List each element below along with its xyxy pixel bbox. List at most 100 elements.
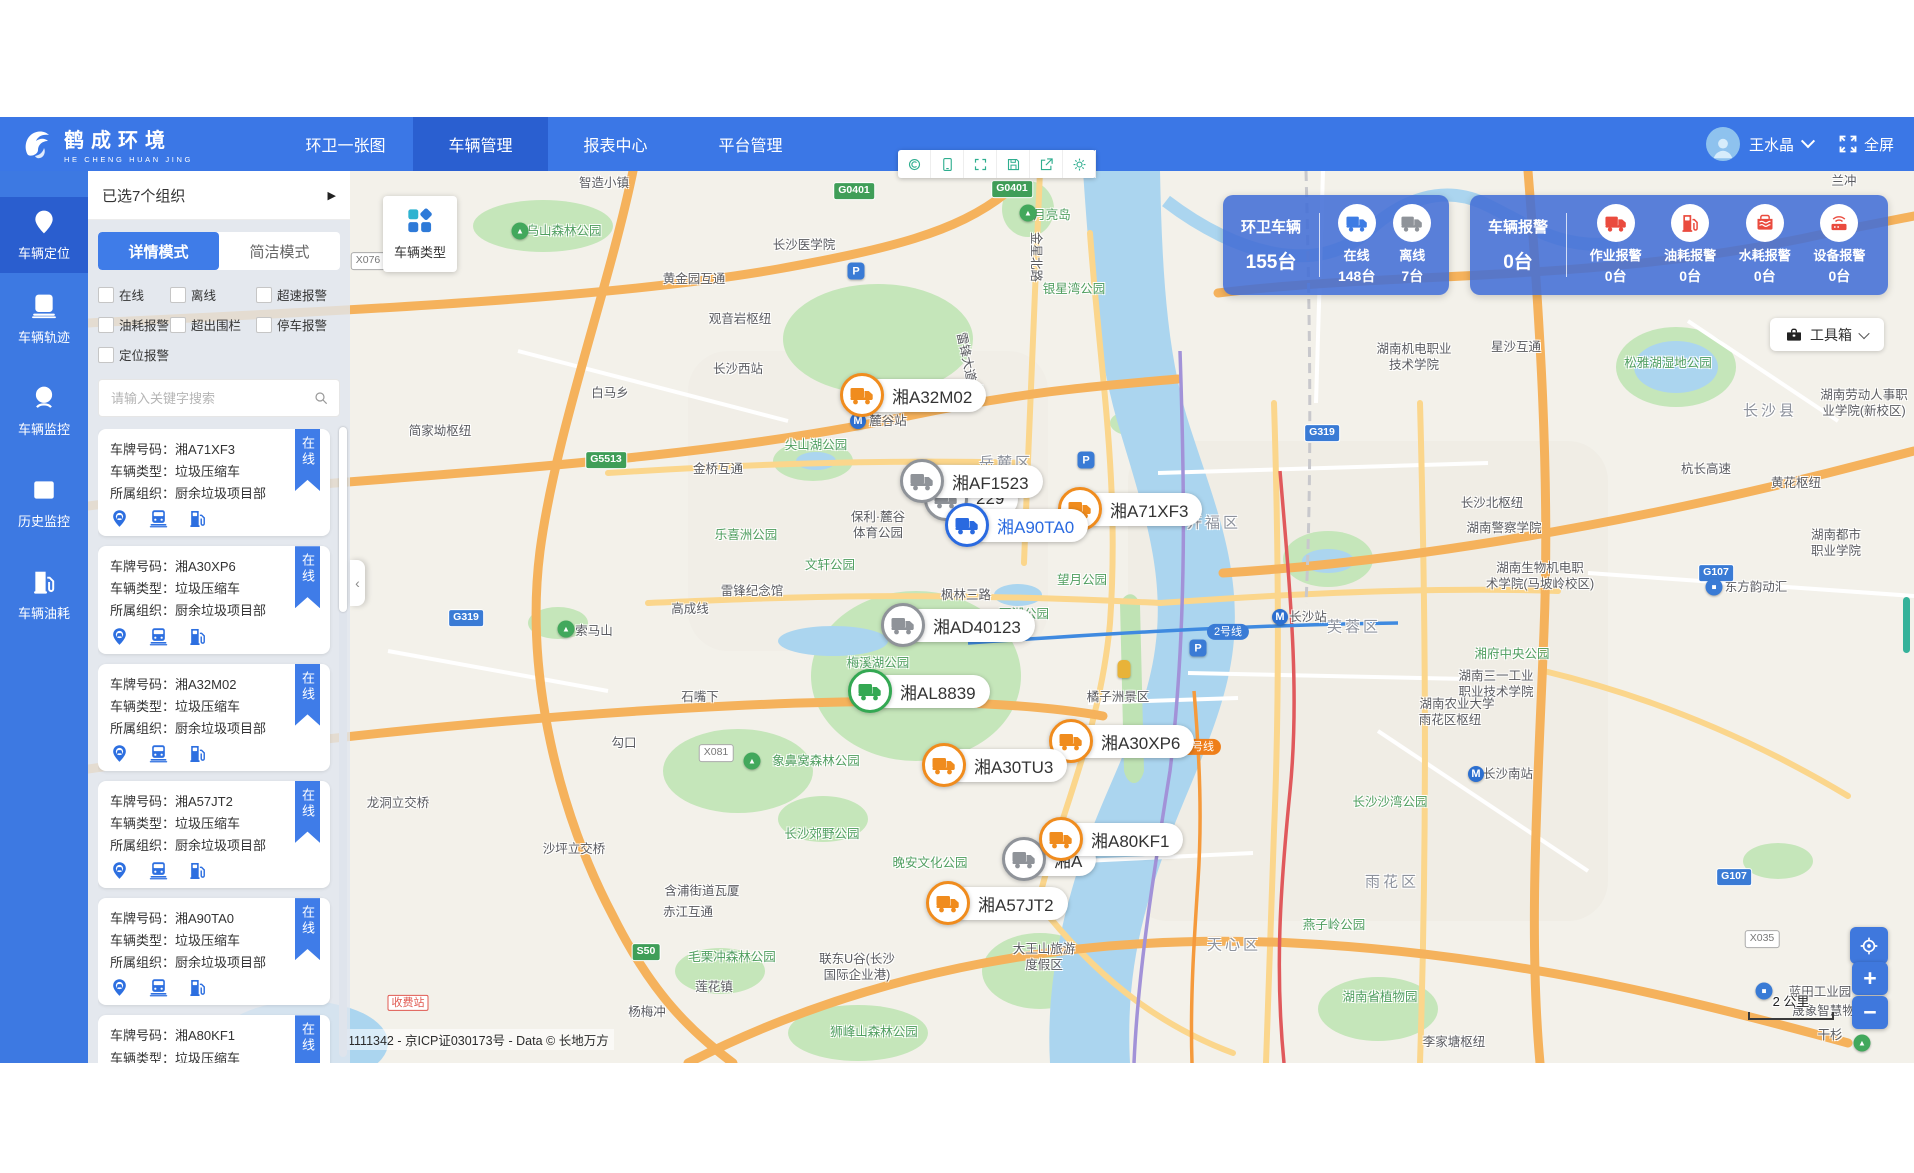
mode-tab[interactable]: 详情模式 <box>98 232 219 270</box>
checkbox[interactable] <box>98 287 114 303</box>
filter-option[interactable]: 在线 <box>98 285 170 304</box>
toolbar-icon <box>1039 157 1054 172</box>
locate-button[interactable] <box>1850 927 1888 964</box>
vehicle-marker[interactable]: 湘A80KF1 <box>1039 817 1183 861</box>
fuel-vehicle-icon[interactable] <box>188 978 207 997</box>
main-menu-item[interactable]: 环卫一张图 <box>278 117 413 171</box>
track-vehicle-icon[interactable] <box>149 861 168 880</box>
vehicle-plate-row: 车牌号码：湘A30XP6 <box>110 556 318 578</box>
filter-label: 定位报警 <box>119 345 169 364</box>
filter-option[interactable]: 定位报警 <box>98 345 170 364</box>
zoom-out-button[interactable]: − <box>1852 996 1888 1029</box>
map-toolbar-button[interactable] <box>931 150 964 178</box>
vehicle-card[interactable]: 车牌号码：湘A80KF1 车辆类型：垃圾压缩车 所属组织：厨余垃圾项目部 在线 <box>98 1015 330 1063</box>
locate-vehicle-icon[interactable] <box>110 627 129 646</box>
locate-vehicle-icon[interactable] <box>110 861 129 880</box>
map[interactable]: 智造小镇乌山森林公园长沙医学院月亮岛黄金园互通金星北路银星湾公园观音岩枢纽雷锋大… <box>88 171 1914 1063</box>
map-label: 高成线 <box>671 601 709 617</box>
vehicle-plate-row: 车牌号码：湘A57JT2 <box>110 791 318 813</box>
sidebar-item[interactable]: 车辆定位 <box>0 197 88 273</box>
map-toolbar-button[interactable] <box>1030 150 1063 178</box>
fuel-vehicle-icon[interactable] <box>188 861 207 880</box>
map-label: 湖南警察学院 <box>1466 520 1541 536</box>
map-toolbar-button[interactable] <box>997 150 1030 178</box>
arrow-right-icon[interactable]: ▶ <box>328 189 336 202</box>
vehicle-marker[interactable]: 湘AD40123 <box>881 603 1035 647</box>
map-poi-icon: ■ <box>1706 579 1723 596</box>
vehicle-card[interactable]: 车牌号码：湘A90TA0 车辆类型：垃圾压缩车 所属组织：厨余垃圾项目部 在线 <box>98 898 330 1005</box>
vehicle-card[interactable]: 车牌号码：湘A57JT2 车辆类型：垃圾压缩车 所属组织：厨余垃圾项目部 在线 <box>98 781 330 888</box>
panel-scrollbar[interactable] <box>339 427 347 1057</box>
fuel-vehicle-icon[interactable] <box>188 627 207 646</box>
map-label: 干杉 <box>1817 1027 1842 1043</box>
stat-icon <box>1393 204 1431 242</box>
main-menu-item[interactable]: 车辆管理 <box>413 117 548 171</box>
zoom-in-button[interactable]: + <box>1852 962 1888 995</box>
map-label: 大王山旅游度假区 <box>1013 941 1076 974</box>
fullscreen-button[interactable]: 全屏 <box>1838 134 1894 155</box>
search-box <box>98 379 340 417</box>
status-badge: 在线 <box>295 1015 320 1063</box>
map-toolbar-button[interactable] <box>898 150 931 178</box>
map-label: 保利·麓谷体育公园 <box>851 509 905 542</box>
vehicle-card[interactable]: 车牌号码：湘A32M02 车辆类型：垃圾压缩车 所属组织：厨余垃圾项目部 在线 <box>98 664 330 771</box>
filter-option[interactable]: 离线 <box>170 285 256 304</box>
checkbox[interactable] <box>98 347 114 363</box>
track-vehicle-icon[interactable] <box>149 627 168 646</box>
fuel-vehicle-icon[interactable] <box>188 744 207 763</box>
track-vehicle-icon[interactable] <box>149 744 168 763</box>
avatar[interactable] <box>1706 127 1740 161</box>
map-toolbar-button[interactable] <box>964 150 997 178</box>
panel-scrollbar-thumb[interactable] <box>339 427 347 612</box>
sidebar-item[interactable]: 车辆轨迹 <box>0 273 88 365</box>
checkbox[interactable] <box>256 287 272 303</box>
vehicle-type-button[interactable]: 车辆类型 <box>383 196 457 272</box>
mode-tab-label: 简洁模式 <box>249 241 309 262</box>
toolbox-button[interactable]: 工具箱 <box>1770 318 1884 351</box>
sidebar-item[interactable]: 车辆监控 <box>0 365 88 457</box>
fuel-vehicle-icon[interactable] <box>188 509 207 528</box>
vehicle-marker[interactable]: 湘A32M02 <box>840 373 986 417</box>
vehicle-marker[interactable]: 湘A90TA0 <box>945 503 1088 547</box>
vehicle-marker[interactable]: 湘AL8839 <box>848 669 990 713</box>
sidebar-item[interactable]: 历史监控 <box>0 457 88 549</box>
checkbox[interactable] <box>256 317 272 333</box>
checkbox[interactable] <box>98 317 114 333</box>
main-menu-item[interactable]: 报表中心 <box>548 117 683 171</box>
filter-option[interactable]: 超出围栏 <box>170 315 256 334</box>
chevron-down-icon[interactable] <box>1801 134 1815 148</box>
vehicle-marker[interactable]: 湘A30TU3 <box>922 743 1067 787</box>
main-menu-item[interactable]: 平台管理 <box>683 117 818 171</box>
sidebar-item[interactable]: 车辆油耗 <box>0 549 88 641</box>
checkbox[interactable] <box>170 287 186 303</box>
locate-vehicle-icon[interactable] <box>110 744 129 763</box>
vehicle-type-label: 车辆类型 <box>394 242 446 261</box>
filter-option[interactable]: 停车报警 <box>256 315 340 334</box>
vehicle-marker[interactable]: 湘A30XP6 <box>1049 719 1194 763</box>
vehicle-marker-truck-icon <box>840 373 884 417</box>
user-name[interactable]: 王水晶 <box>1749 134 1794 155</box>
vehicle-marker[interactable]: 湘AF1523 <box>900 459 1043 503</box>
vehicle-card[interactable]: 车牌号码：湘A71XF3 车辆类型：垃圾压缩车 所属组织：厨余垃圾项目部 在线 <box>98 429 330 536</box>
map-mini-scrollbar[interactable] <box>1903 597 1910 653</box>
filter-option[interactable]: 油耗报警 <box>98 315 170 334</box>
locate-vehicle-icon[interactable] <box>110 978 129 997</box>
vehicle-list[interactable]: 车牌号码：湘A71XF3 车辆类型：垃圾压缩车 所属组织：厨余垃圾项目部 在线 … <box>98 429 340 1063</box>
track-vehicle-icon[interactable] <box>149 509 168 528</box>
filter-option[interactable]: 超速报警 <box>256 285 340 304</box>
vehicle-card[interactable]: 车牌号码：湘A30XP6 车辆类型：垃圾压缩车 所属组织：厨余垃圾项目部 在线 <box>98 546 330 653</box>
locate-vehicle-icon[interactable] <box>110 509 129 528</box>
checkbox[interactable] <box>170 317 186 333</box>
vehicle-plate: 湘A90TA0 <box>175 911 234 926</box>
map-label: G0401 <box>833 182 875 200</box>
mode-tab[interactable]: 简洁模式 <box>219 232 340 270</box>
alarm-title: 车辆报警 <box>1470 216 1566 237</box>
vehicle-marker[interactable]: 湘A57JT2 <box>926 881 1068 925</box>
panel-collapse-handle[interactable]: ‹ <box>350 560 365 606</box>
map-label: 勾口 <box>611 735 636 751</box>
track-vehicle-icon[interactable] <box>149 978 168 997</box>
org-selector[interactable]: 已选7个组织 ▶ <box>88 171 350 220</box>
search-input[interactable] <box>109 390 313 407</box>
map-toolbar-button[interactable] <box>1063 150 1096 178</box>
search-icon[interactable] <box>313 390 329 406</box>
